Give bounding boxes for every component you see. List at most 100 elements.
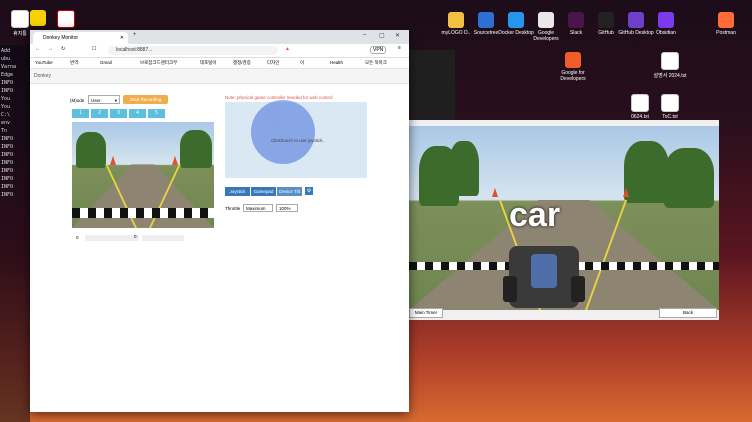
desktop-icon-8[interactable]: Postman xyxy=(706,12,746,36)
number-button-2[interactable]: 2 xyxy=(91,109,108,118)
terminal-line: INFO xyxy=(1,168,14,174)
page-header: Donkey xyxy=(30,69,409,84)
number-button-3[interactable]: 3 xyxy=(110,109,127,118)
back-button[interactable]: Back xyxy=(659,308,717,318)
doc-icon xyxy=(661,94,679,112)
start-recording-button[interactable]: Start Recording xyxy=(123,95,168,104)
simulator-viewport: car xyxy=(409,126,719,310)
bookmark-item[interactable]: YouTube xyxy=(35,58,53,68)
bookmark-item[interactable]: Health xyxy=(330,58,343,68)
throttle-label: Throttle xyxy=(225,206,241,211)
google-dev-icon xyxy=(538,12,554,28)
github-icon xyxy=(598,12,614,28)
terminal-line: Tn xyxy=(1,128,8,134)
brave-shield-icon[interactable]: ▲ xyxy=(285,46,290,52)
maximize-icon[interactable]: ▢ xyxy=(379,32,385,39)
gear-icon[interactable]: ⚙ xyxy=(305,187,313,195)
bookmark-item[interactable]: 이 xyxy=(300,58,304,68)
joystick-knob[interactable] xyxy=(265,106,285,126)
desktop-icon-kakaotalk[interactable] xyxy=(24,10,52,28)
desktop-icon-label: 휴지통 xyxy=(13,31,27,37)
bookmark-item[interactable]: Gmail xyxy=(100,58,112,68)
forward-icon[interactable]: → xyxy=(48,46,53,52)
throttle-mode-select[interactable]: Maximum xyxy=(243,204,273,212)
bookmark-item[interactable]: 데포탈이 xyxy=(200,58,217,68)
bookmarks-bar: YouTube 번역 Gmail 브로잡크드렌터크무 데포탈이 쟁정/경증 다자인 이 Heal… xyxy=(30,58,409,69)
reload-icon[interactable]: ↻ xyxy=(61,46,65,52)
throttle-value: 100% xyxy=(279,206,291,211)
new-tab-icon[interactable]: + xyxy=(133,32,137,38)
tab-joystick[interactable]: Joystick xyxy=(225,187,250,196)
bookmark-item[interactable]: 쟁정/경증 xyxy=(233,58,251,68)
url-field[interactable]: localhost:8887... xyxy=(108,46,278,55)
terminal-line: You xyxy=(1,96,11,102)
main-timer-button[interactable]: Main Timer xyxy=(409,308,443,318)
folder-icon xyxy=(448,12,464,28)
kakaotalk-icon xyxy=(30,10,46,26)
angle-bar xyxy=(85,235,139,241)
tab-device-tilt[interactable]: Device Tilt xyxy=(277,187,302,196)
minimize-icon[interactable]: – xyxy=(363,32,366,38)
number-button-5[interactable]: 5 xyxy=(148,109,165,118)
terminal-line: INFO xyxy=(1,160,14,166)
desktop-icon-7[interactable]: Obsidian xyxy=(646,12,686,36)
mode-value: User xyxy=(91,98,101,103)
bookmark-item[interactable]: 브로잡크드렌터크무 xyxy=(140,58,177,68)
desktop-icon-file-1[interactable]: 설명서 2024.txt xyxy=(650,52,690,79)
terminal-window-edge: Add ubu Varna Edge INFO INFO You You C:\ env Tn INF… xyxy=(0,45,30,422)
terminal-line: INFO xyxy=(1,136,14,142)
postman-icon xyxy=(718,12,734,28)
car-model xyxy=(503,246,585,308)
number-button-1[interactable]: 1 xyxy=(72,109,89,118)
terminal-line: Add xyxy=(1,48,11,54)
terminal-line: You xyxy=(1,104,11,110)
bookmark-item[interactable]: 모든 북마크 xyxy=(365,58,387,68)
close-tab-icon[interactable]: ✕ xyxy=(120,32,124,44)
terminal-line: INFO xyxy=(1,192,14,198)
terminal-line: INFO xyxy=(1,144,14,150)
obsidian-icon xyxy=(658,12,674,28)
desktop-icon-label: Postman xyxy=(716,30,736,36)
desktop-icon-label: Google Developers xyxy=(533,30,559,42)
back-icon[interactable]: ← xyxy=(35,46,40,52)
terminal-line: INFO xyxy=(1,184,14,190)
tab-donkey-monitor[interactable]: Donkey Monitor ✕ xyxy=(33,32,128,44)
throttle-value-select[interactable]: 100% xyxy=(276,204,298,212)
slack-icon xyxy=(568,12,584,28)
number-button-4[interactable]: 4 xyxy=(129,109,146,118)
sourcetree-icon xyxy=(478,12,494,28)
bookmark-item[interactable]: 다자인 xyxy=(267,58,279,68)
terminal-line: INFO xyxy=(1,176,14,182)
terminal-line: C:\ xyxy=(1,112,11,118)
terminal-line: Edge xyxy=(1,72,14,78)
mode-select[interactable]: User ▾ xyxy=(88,95,120,104)
desktop-icon-label: GitHub xyxy=(598,30,614,36)
desktop-icon-label: Obsidian xyxy=(656,30,676,36)
throttle-bar xyxy=(142,235,184,241)
brave-icon xyxy=(565,52,581,68)
close-window-icon[interactable]: ✕ xyxy=(395,32,400,39)
terminal-line: INFO xyxy=(1,88,14,94)
terminal-line: INFO xyxy=(1,152,14,158)
terminal-line: INFO xyxy=(1,80,14,86)
github-desktop-icon xyxy=(628,12,644,28)
tab-gamepad[interactable]: Gamepad xyxy=(251,187,276,196)
bookmark-item[interactable]: 번역 xyxy=(70,58,78,68)
car-label: car xyxy=(509,196,561,234)
app-icon xyxy=(57,10,75,28)
desktop-icon-file-3[interactable]: ToC.txt xyxy=(650,94,690,120)
desktop-icon-label: Google for Developers xyxy=(560,70,586,82)
desktop-icon-label: 설명서 2024.txt xyxy=(653,73,687,79)
desktop-icon-app[interactable] xyxy=(52,10,80,30)
doc-icon xyxy=(631,94,649,112)
browser-window[interactable]: Donkey Monitor ✕ + – ▢ ✕ ← → ↻ ☐ localho… xyxy=(30,30,409,412)
camera-feed xyxy=(72,122,214,228)
menu-icon[interactable]: ≡ xyxy=(398,45,401,51)
doc-icon xyxy=(661,52,679,70)
vpn-button[interactable]: VPN xyxy=(370,46,387,54)
angle-readout: 0 xyxy=(76,235,79,240)
simulator-window[interactable]: car Main Timer Back xyxy=(409,120,719,320)
joystick-area[interactable]: Click/touch to use joystick. xyxy=(225,100,367,178)
desktop-icon-file-0[interactable]: Google for Developers xyxy=(553,52,593,82)
bookmark-icon[interactable]: ☐ xyxy=(92,46,96,52)
